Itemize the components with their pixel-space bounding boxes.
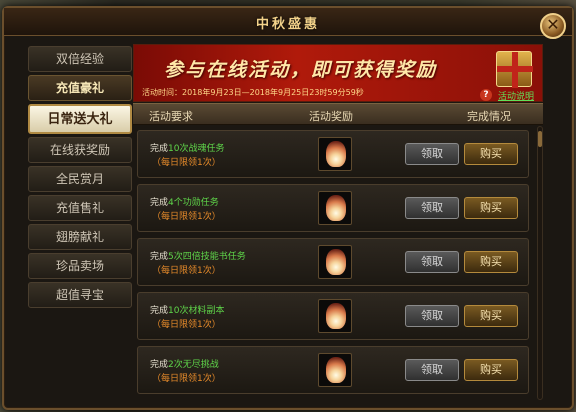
- table-row: 完成2次无尽挑战 （每日限领1次） 领取 购买: [137, 346, 529, 394]
- list-scrollbar[interactable]: [537, 126, 543, 400]
- help-icon[interactable]: ?: [480, 89, 492, 101]
- task-description: 完成10次材料副本: [150, 306, 225, 316]
- buy-button[interactable]: 购买: [464, 305, 518, 327]
- sidebar-item-treasure-hunt[interactable]: 超值寻宝: [28, 282, 132, 308]
- task-description: 完成4个功勋任务: [150, 198, 219, 208]
- close-button[interactable]: ✕: [540, 13, 566, 39]
- event-time-label: 活动时间：: [142, 88, 182, 97]
- sidebar-item-treasure-shop[interactable]: 珍品卖场: [28, 253, 132, 279]
- lantern-icon: [326, 195, 346, 221]
- claim-button[interactable]: 领取: [405, 197, 459, 219]
- banner-headline: 参与在线活动，即可获得奖励: [164, 59, 438, 81]
- lantern-icon: [326, 357, 346, 383]
- reward-slot[interactable]: [318, 245, 352, 279]
- daily-limit: （每日限领1次）: [152, 374, 221, 384]
- sidebar-item-online-reward[interactable]: 在线获奖励: [28, 137, 132, 163]
- buy-button[interactable]: 购买: [464, 251, 518, 273]
- window-title: 中秋盛惠: [255, 17, 320, 32]
- sidebar-item-double-exp[interactable]: 双倍经验: [28, 46, 132, 72]
- reward-slot[interactable]: [318, 353, 352, 387]
- sidebar-item-recharge-sale[interactable]: 充值售礼: [28, 195, 132, 221]
- sidebar-item-moon-festival[interactable]: 全民赏月: [28, 166, 132, 192]
- reward-slot[interactable]: [318, 191, 352, 225]
- sidebar-item-daily-gift[interactable]: 日常送大礼: [28, 104, 132, 134]
- event-time-value: 2018年9月23日—2018年9月25日23时59分59秒: [182, 88, 364, 97]
- event-banner: 参与在线活动，即可获得奖励 活动时间：2018年9月23日—2018年9月25日…: [133, 44, 543, 102]
- col-reward: 活动奖励: [309, 110, 353, 123]
- col-requirement: 活动要求: [149, 110, 193, 123]
- reward-slot[interactable]: [318, 299, 352, 333]
- sidebar-item-wing-gift[interactable]: 翅膀献礼: [28, 224, 132, 250]
- claim-button[interactable]: 领取: [405, 251, 459, 273]
- claim-button[interactable]: 领取: [405, 143, 459, 165]
- task-description: 完成2次无尽挑战: [150, 360, 219, 370]
- buy-button[interactable]: 购买: [464, 143, 518, 165]
- claim-button[interactable]: 领取: [405, 305, 459, 327]
- lantern-icon: [326, 141, 346, 167]
- title-bar: 中秋盛惠: [4, 8, 572, 36]
- event-time: 活动时间：2018年9月23日—2018年9月25日23时59分59秒: [142, 87, 364, 98]
- task-list: 完成10次战魂任务 （每日限领1次） 领取 购买 完成4个功勋任务 （每日限领1…: [133, 126, 535, 400]
- col-status: 完成情况: [467, 110, 511, 123]
- task-description: 完成5次四倍技能书任务: [150, 252, 246, 262]
- table-row: 完成5次四倍技能书任务 （每日限领1次） 领取 购买: [137, 238, 529, 286]
- sidebar-item-recharge-gift[interactable]: 充值豪礼: [28, 75, 132, 101]
- reward-slot[interactable]: [318, 137, 352, 171]
- table-row: 完成10次战魂任务 （每日限领1次） 领取 购买: [137, 130, 529, 178]
- gift-box-icon: [496, 51, 533, 88]
- buy-button[interactable]: 购买: [464, 197, 518, 219]
- task-description: 完成10次战魂任务: [150, 144, 225, 154]
- sidebar: 双倍经验 充值豪礼 日常送大礼 在线获奖励 全民赏月 充值售礼 翅膀献礼 珍品卖…: [28, 46, 132, 311]
- event-rules-link[interactable]: 活动说明: [498, 89, 534, 102]
- scroll-thumb[interactable]: [538, 131, 542, 147]
- lantern-icon: [326, 249, 346, 275]
- daily-limit: （每日限领1次）: [152, 158, 221, 168]
- buy-button[interactable]: 购买: [464, 359, 518, 381]
- table-header: 活动要求 活动奖励 完成情况: [133, 103, 543, 125]
- daily-limit: （每日限领1次）: [152, 266, 221, 276]
- lantern-icon: [326, 303, 346, 329]
- daily-limit: （每日限领1次）: [152, 320, 221, 330]
- claim-button[interactable]: 领取: [405, 359, 459, 381]
- table-row: 完成4个功勋任务 （每日限领1次） 领取 购买: [137, 184, 529, 232]
- table-row: 完成10次材料副本 （每日限领1次） 领取 购买: [137, 292, 529, 340]
- daily-limit: （每日限领1次）: [152, 212, 221, 222]
